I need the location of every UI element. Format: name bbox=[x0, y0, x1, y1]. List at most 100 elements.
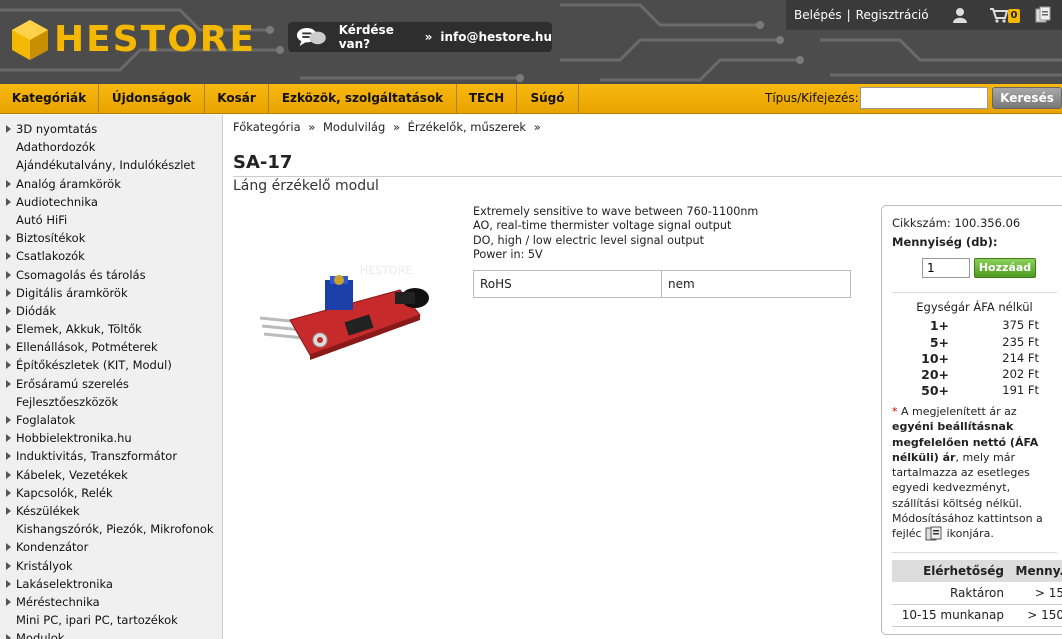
sidebar-category-item[interactable]: Ajándékutalvány, Indulókészlet bbox=[0, 156, 222, 174]
breadcrumb-item[interactable]: Főkategória bbox=[233, 120, 301, 134]
user-icon[interactable] bbox=[952, 7, 968, 23]
availability-cell: Raktáron bbox=[892, 582, 1008, 605]
expand-arrow-icon[interactable] bbox=[6, 179, 11, 188]
table-row: 10-15 munkanap > 150 bbox=[892, 604, 1062, 627]
sidebar-category-item[interactable]: Ellenállások, Potméterek bbox=[0, 338, 222, 356]
sidebar-category-item[interactable]: Kondenzátor bbox=[0, 538, 222, 556]
sidebar-category-item[interactable]: Csomagolás és tárolás bbox=[0, 266, 222, 284]
contact-email-link[interactable]: info@hestore.hu bbox=[440, 30, 552, 44]
contact-box: Kérdése van? » info@hestore.hu bbox=[288, 22, 552, 52]
price-list-icon[interactable] bbox=[1034, 6, 1052, 24]
price-settings-icon[interactable] bbox=[925, 526, 943, 542]
site-logo[interactable]: HESTORE bbox=[10, 16, 256, 64]
nav-item-new[interactable]: Újdonságok bbox=[99, 84, 205, 113]
sidebar-category-item[interactable]: Méréstechnika bbox=[0, 593, 222, 611]
site-header: HESTORE Kérdése van? » info@hestore.hu B… bbox=[0, 0, 1062, 84]
expand-arrow-icon[interactable] bbox=[6, 488, 11, 497]
sku-line: Cikkszám: 100.356.06 bbox=[892, 216, 1020, 230]
sidebar-category-item[interactable]: Induktivitás, Transzformátor bbox=[0, 447, 222, 465]
sidebar-category-item[interactable]: Digitális áramkörök bbox=[0, 284, 222, 302]
expand-arrow-icon[interactable] bbox=[6, 252, 11, 261]
nav-item-cart[interactable]: Kosár bbox=[205, 84, 269, 113]
expand-arrow-icon[interactable] bbox=[6, 361, 11, 370]
expand-arrow-icon[interactable] bbox=[6, 634, 11, 639]
sidebar-category-item[interactable]: Foglalatok bbox=[0, 411, 222, 429]
expand-arrow-icon[interactable] bbox=[6, 379, 11, 388]
sidebar-category-label: Diódák bbox=[16, 303, 57, 318]
expand-arrow-icon[interactable] bbox=[6, 416, 11, 424]
sidebar-category-item[interactable]: Kábelek, Vezetékek bbox=[0, 466, 222, 484]
expand-arrow-icon[interactable] bbox=[6, 197, 11, 206]
sidebar-category-item[interactable]: Autó HiFi bbox=[0, 211, 222, 229]
sidebar-category-item[interactable]: Kapcsolók, Relék bbox=[0, 484, 222, 502]
account-bar: Belépés | Regisztráció 0 bbox=[786, 0, 1062, 30]
login-link[interactable]: Belépés bbox=[794, 8, 842, 22]
sidebar-category-label: Adathordozók bbox=[16, 140, 96, 155]
sidebar-category-item[interactable]: Hobbielektronika.hu bbox=[0, 429, 222, 447]
breadcrumb-item[interactable]: Modulvilág bbox=[323, 120, 385, 134]
main-nav: Kategóriák Újdonságok Kosár Ezközök, szo… bbox=[0, 84, 1062, 114]
sidebar-category-item[interactable]: Lakáselektronika bbox=[0, 575, 222, 593]
sidebar-category-item[interactable]: Csatlakozók bbox=[0, 247, 222, 265]
sidebar-category-item[interactable]: Fejlesztőeszközök bbox=[0, 393, 222, 411]
sidebar-category-label: Erősáramú szerelés bbox=[16, 376, 129, 391]
nav-item-tools-services[interactable]: Ezközök, szolgáltatások bbox=[269, 84, 457, 113]
sidebar-category-item[interactable]: Kishangszórók, Piezók, Mikrofonok bbox=[0, 520, 222, 538]
expand-arrow-icon[interactable] bbox=[6, 597, 11, 606]
register-link[interactable]: Regisztráció bbox=[856, 8, 929, 22]
sidebar-category-label: Analóg áramkörök bbox=[16, 176, 121, 191]
sidebar-category-item[interactable]: Építőkészletek (KIT, Modul) bbox=[0, 356, 222, 374]
expand-arrow-icon[interactable] bbox=[6, 561, 11, 570]
expand-arrow-icon[interactable] bbox=[6, 506, 11, 515]
sidebar-category-item[interactable]: Biztosítékok bbox=[0, 229, 222, 247]
availability-cell: 10-15 munkanap bbox=[892, 604, 1008, 627]
product-image[interactable]: HESTORE bbox=[250, 240, 450, 370]
nav-item-help[interactable]: Súgó bbox=[517, 84, 579, 113]
search-button[interactable]: Keresés bbox=[992, 87, 1062, 109]
image-watermark: HESTORE bbox=[360, 264, 412, 277]
expand-arrow-icon[interactable] bbox=[6, 434, 11, 443]
availability-divider bbox=[892, 552, 1057, 553]
sidebar-category-item[interactable]: Erősáramú szerelés bbox=[0, 375, 222, 393]
quantity-header: Menny. bbox=[1008, 560, 1062, 582]
shopping-cart-icon[interactable] bbox=[990, 8, 1008, 23]
price-tier: 1+ 375 Ft bbox=[882, 318, 1062, 334]
search-input[interactable] bbox=[860, 87, 988, 109]
attributes-table: RoHS nem bbox=[473, 270, 851, 298]
sidebar-category-item[interactable]: Diódák bbox=[0, 302, 222, 320]
sidebar-category-item[interactable]: Mini PC, ipari PC, tartozékok bbox=[0, 611, 222, 629]
add-to-cart-button[interactable]: Hozzáad bbox=[974, 258, 1036, 278]
title-divider bbox=[233, 176, 1062, 177]
nav-item-tech[interactable]: TECH bbox=[457, 84, 517, 113]
sidebar-category-item[interactable]: 3D nyomtatás bbox=[0, 120, 222, 138]
sidebar-category-label: Modulok bbox=[16, 631, 65, 639]
breadcrumb-separator: » bbox=[533, 120, 541, 134]
sidebar-category-item[interactable]: Elemek, Akkuk, Töltők bbox=[0, 320, 222, 338]
expand-arrow-icon[interactable] bbox=[6, 452, 11, 461]
sidebar-category-item[interactable]: Audiotechnika bbox=[0, 193, 222, 211]
sidebar-category-item[interactable]: Analóg áramkörök bbox=[0, 175, 222, 193]
expand-arrow-icon[interactable] bbox=[6, 270, 11, 279]
sidebar-category-label: Lakáselektronika bbox=[16, 576, 113, 591]
sidebar-category-label: Elemek, Akkuk, Töltők bbox=[16, 322, 142, 337]
quantity-input[interactable] bbox=[922, 258, 970, 278]
breadcrumb-item[interactable]: Érzékelők, műszerek bbox=[408, 120, 526, 134]
expand-arrow-icon[interactable] bbox=[6, 306, 11, 315]
sidebar-category-item[interactable]: Modulok bbox=[0, 629, 222, 639]
sidebar-category-item[interactable]: Készülékek bbox=[0, 502, 222, 520]
nav-item-categories[interactable]: Kategóriák bbox=[0, 84, 99, 113]
expand-arrow-icon[interactable] bbox=[6, 325, 11, 334]
expand-arrow-icon[interactable] bbox=[6, 343, 11, 352]
sidebar-category-item[interactable]: Adathordozók bbox=[0, 138, 222, 156]
sidebar-category-item[interactable]: Kristályok bbox=[0, 557, 222, 575]
expand-arrow-icon[interactable] bbox=[6, 234, 11, 243]
expand-arrow-icon[interactable] bbox=[6, 125, 11, 133]
expand-arrow-icon[interactable] bbox=[6, 543, 11, 552]
sidebar-category-label: Mini PC, ipari PC, tartozékok bbox=[16, 613, 178, 628]
cart-count-badge[interactable]: 0 bbox=[1008, 9, 1020, 23]
quantity-cell: > 150 bbox=[1008, 604, 1062, 627]
expand-arrow-icon[interactable] bbox=[6, 288, 11, 297]
sidebar-category-label: Csatlakozók bbox=[16, 249, 85, 264]
expand-arrow-icon[interactable] bbox=[6, 579, 11, 588]
expand-arrow-icon[interactable] bbox=[6, 470, 11, 479]
